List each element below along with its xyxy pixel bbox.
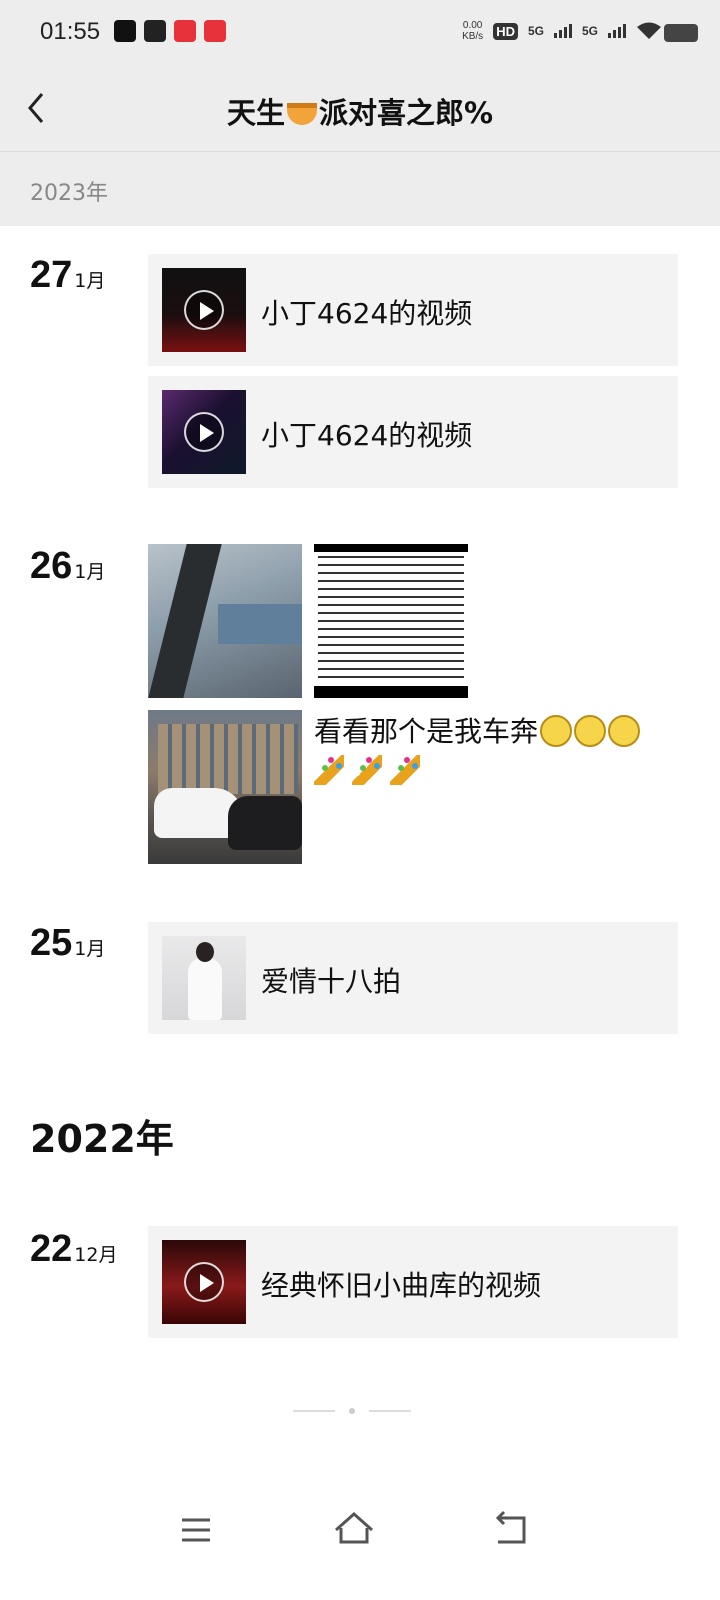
moment-item-video[interactable]: 小丁4624的视频 [148,376,678,488]
moment-text: 小丁4624的视频 [261,297,473,330]
top-bar: 天生 派对喜之郎% [0,66,720,152]
cover-figure [188,958,222,1020]
date-month: 12月 [74,1244,118,1266]
battery-icon [664,24,698,42]
system-nav-bar [0,1480,720,1600]
post-text: 看看那个是我车奔 [314,715,539,748]
net-speed-unit: KB/s [462,31,484,42]
divider [293,1410,335,1412]
moment-item-video[interactable]: 小丁4624的视频 [148,254,678,366]
date-label: 25 1月 [30,922,105,965]
photo-thumbnail[interactable] [148,710,302,864]
date-month: 1月 [74,270,106,292]
video-thumbnail [162,1240,246,1324]
title-text-1: 天生 [226,96,285,130]
moment-post-text: 看看那个是我车奔 [314,712,684,792]
year-header-sticky: 2023年 [0,152,720,226]
smile-emoji [540,715,573,747]
pie-emoji [286,103,317,125]
photo-content [218,604,302,644]
year-label: 2023年 [30,181,108,206]
moment-item-video[interactable]: 经典怀旧小曲库的视频 [148,1226,678,1338]
home-button[interactable] [330,1506,378,1554]
moment-text: 小丁4624的视频 [261,419,473,452]
end-of-list-indicator [293,1408,413,1414]
date-day: 22 [30,1228,73,1270]
network-type-2: 5G [581,24,598,38]
home-icon [335,1511,373,1544]
back-icon [495,1510,526,1544]
date-label: 27 1月 [30,254,105,297]
year-heading: 2022年 [30,1117,174,1161]
status-time: 01:55 [40,18,101,45]
net-speed-value: 0.00 [462,20,483,31]
menu-button[interactable] [172,1506,220,1554]
date-day: 27 [30,254,73,296]
notification-icons [114,20,226,42]
moment-text: 经典怀旧小曲库的视频 [261,1269,542,1302]
play-icon [184,412,224,452]
party-popper-emoji [314,755,344,785]
date-month: 1月 [74,938,106,960]
signal-icon [608,24,626,38]
date-day: 25 [30,922,73,964]
date-month: 1月 [74,561,106,583]
dot [349,1408,355,1414]
title-text-2: 派对喜之郎% [318,96,494,130]
date-label: 22 12月 [30,1228,117,1271]
photo-content [158,724,298,794]
hd-badge: HD [493,22,518,40]
signal-icon [553,24,572,38]
soul-icon [144,20,166,42]
tiktok-icon [114,20,136,42]
photo-thumbnail[interactable] [314,544,468,698]
moment-item-music[interactable]: 爱情十八拍 [148,922,678,1034]
photo-content [148,544,223,698]
photo-text-lines [318,556,464,682]
play-icon [184,290,224,330]
video-thumbnail [162,268,246,352]
photo-content [228,796,302,850]
video-thumbnail [162,390,246,474]
smile-emoji [574,715,607,747]
back-nav-button[interactable] [486,1506,534,1554]
date-label: 26 1月 [30,545,105,588]
cover-figure [196,942,214,962]
party-popper-emoji [352,755,382,785]
party-popper-emoji [390,755,420,785]
app-icon [204,20,226,42]
app-icon [174,20,196,42]
status-indicators: 0.00 KB/s HD 5G 5G [462,20,662,42]
network-type-1: 5G [527,24,544,38]
status-bar: 01:55 0.00 KB/s HD 5G 5G [0,0,720,66]
photo-thumbnail[interactable] [148,544,302,698]
moment-text: 爱情十八拍 [261,965,402,998]
net-speed: 0.00 KB/s [462,20,483,42]
date-day: 26 [30,545,73,587]
play-icon [184,1262,224,1302]
menu-icon [182,1518,210,1542]
music-cover [162,936,246,1020]
smile-emoji [608,715,641,747]
page-title: 天生 派对喜之郎% [0,90,720,132]
divider [369,1410,411,1412]
wifi-icon [637,22,661,39]
